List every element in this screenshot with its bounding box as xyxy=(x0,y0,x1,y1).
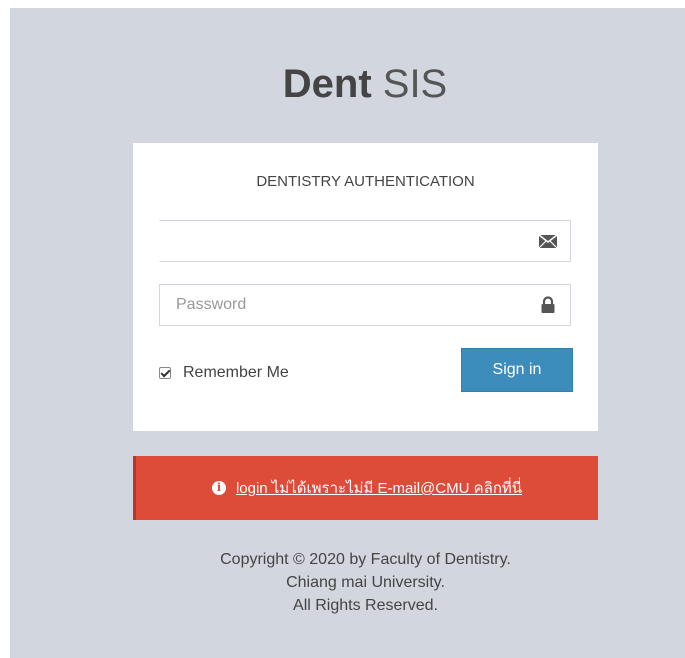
lock-icon xyxy=(538,296,558,314)
email-input[interactable] xyxy=(160,221,536,261)
login-box-title: DENTISTRY AUTHENTICATION xyxy=(256,173,475,190)
remember-me[interactable]: Remember Me xyxy=(159,363,289,383)
password-field[interactable] xyxy=(159,284,571,326)
envelope-icon xyxy=(538,232,558,250)
logo-light-text: SIS xyxy=(382,62,448,106)
no-email-link[interactable]: login ไม่ได้เพราะไม่มี E-mail@CMU คลิกที… xyxy=(236,476,522,500)
footer-line-1: Copyright © 2020 by Faculty of Dentistry… xyxy=(220,551,511,568)
app-logo: Dent SIS xyxy=(10,60,685,108)
copyright-footer: Copyright © 2020 by Faculty of Dentistry… xyxy=(133,548,598,617)
email-field[interactable] xyxy=(159,220,571,262)
login-page: Dent SIS DENTISTRY AUTHENTICATION Rememb… xyxy=(10,8,685,658)
sign-in-button[interactable]: Sign in xyxy=(461,348,573,392)
footer-line-2: Chiang mai University. xyxy=(286,574,445,591)
info-circle-icon: i xyxy=(211,481,226,495)
logo-bold-text: Dent xyxy=(282,62,372,106)
remember-me-checkbox[interactable] xyxy=(159,367,171,379)
login-box: DENTISTRY AUTHENTICATION Remember Me Sig… xyxy=(133,143,598,431)
remember-me-label: Remember Me xyxy=(183,364,289,381)
no-email-alert: i login ไม่ได้เพราะไม่มี E-mail@CMU คลิก… xyxy=(133,456,598,520)
footer-line-3: All Rights Reserved. xyxy=(293,597,438,614)
password-input[interactable] xyxy=(160,285,536,325)
